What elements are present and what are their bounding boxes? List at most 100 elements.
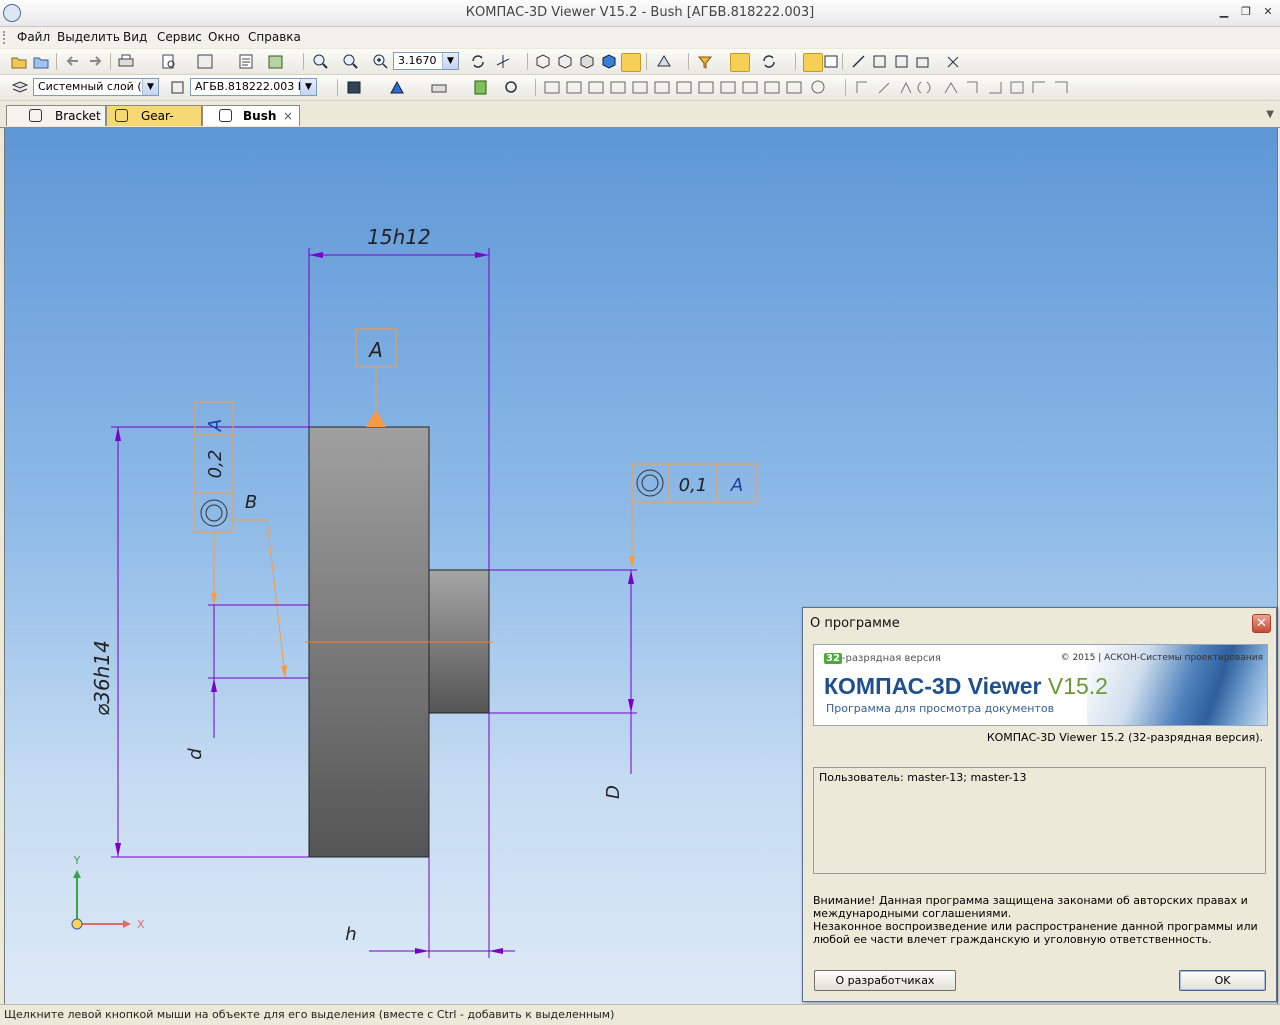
dimension-d[interactable] — [208, 604, 309, 738]
highlight-icon[interactable] — [803, 53, 823, 72]
print-area-icon[interactable] — [430, 79, 448, 96]
tol-left-datum: A — [205, 419, 226, 432]
view-wireframe-icon[interactable] — [534, 53, 552, 70]
dialog-close-icon[interactable]: ✕ — [1252, 614, 1271, 633]
zoom-window-icon[interactable] — [311, 53, 329, 70]
tab-gear-shaft[interactable]: Gear-shaft — [106, 105, 202, 143]
tool-e-icon[interactable] — [944, 53, 962, 70]
status-bar: Щелкните левой кнопкой мыши на объекте д… — [0, 1004, 1280, 1025]
zoom-combo[interactable]: 3.1670 ▼ — [393, 52, 459, 70]
dimension-D[interactable] — [489, 569, 637, 774]
bitness-text: -разрядная версия — [841, 653, 941, 664]
dim-D-label: D — [603, 785, 624, 799]
assoc-icon[interactable] — [502, 79, 520, 96]
separator — [527, 53, 528, 70]
dialog-title-bar[interactable]: О программе ✕ — [803, 608, 1276, 638]
hatch-icon[interactable] — [345, 79, 363, 96]
annotation-tools-icon[interactable] — [855, 79, 1075, 96]
tab-close-icon[interactable]: × — [283, 106, 293, 126]
window-title: КОМПАС-3D Viewer V15.2 - Bush [АГБВ.8182… — [465, 5, 815, 20]
leader-left — [211, 519, 287, 678]
drawing-tools-icon[interactable] — [543, 79, 833, 96]
layer-combo[interactable]: Системный слой (0) ▼ — [33, 78, 159, 96]
refresh-icon[interactable] — [469, 53, 487, 70]
restore-icon[interactable]: ❐ — [1238, 5, 1254, 19]
product-banner: 32 -разрядная версия © 2015 | АСКОН-Систе… — [813, 644, 1268, 726]
bitness-badge: 32 -разрядная версия — [824, 653, 941, 664]
product-title: КОМПАС-3D Viewer — [824, 673, 1048, 699]
zoom-fit-icon[interactable] — [341, 53, 359, 70]
select-filter-icon[interactable] — [730, 53, 750, 72]
menu-grip — [3, 31, 8, 44]
dimension-diameter[interactable] — [111, 426, 309, 858]
view-value: АГБВ.818222.003 В — [195, 80, 306, 93]
menu-service[interactable]: Сервис — [157, 30, 202, 44]
datum-triangle — [366, 410, 386, 427]
filter-icon[interactable] — [696, 53, 714, 70]
tol-right-value: 0,1 — [679, 475, 708, 496]
tool-c-icon[interactable] — [893, 53, 911, 70]
bitness-number: 32 — [824, 653, 842, 664]
color-icon[interactable] — [388, 79, 406, 96]
separator — [842, 53, 843, 70]
chevron-down-icon[interactable]: ▼ — [142, 79, 158, 95]
views-icon[interactable] — [169, 79, 187, 96]
about-dialog: О программе ✕ 32 -разрядная версия © 2015… — [802, 607, 1277, 1002]
part-icon — [219, 109, 232, 122]
dim-d-label: d — [185, 748, 206, 760]
zoom-icon[interactable] — [371, 53, 389, 70]
layer-value: Системный слой (0) — [38, 80, 153, 93]
tabs-dropdown-icon[interactable]: ▼ — [1266, 109, 1274, 120]
user-info-box[interactable]: Пользователь: master-13; master-13 — [813, 767, 1266, 874]
view-nohidden-icon[interactable] — [578, 53, 596, 70]
document-tabs: Bracket Gear-shaft Bush × ▼ — [0, 101, 1280, 143]
tool-b-icon[interactable] — [871, 53, 889, 70]
measure-icon[interactable] — [822, 53, 840, 70]
tool-a-icon[interactable] — [850, 53, 868, 70]
chevron-down-icon[interactable]: ▼ — [442, 53, 458, 69]
tol-left-value: 0,2 — [205, 450, 226, 479]
menu-view[interactable]: Вид — [123, 30, 147, 44]
orient-icon[interactable] — [494, 53, 512, 70]
open-icon[interactable] — [10, 53, 28, 70]
close-icon[interactable]: ✕ — [1260, 5, 1276, 19]
preview-icon[interactable] — [160, 53, 178, 70]
version-info: КОМПАС-3D Viewer 15.2 (32-разрядная верс… — [986, 731, 1263, 744]
zoom-value: 3.1670 — [398, 54, 437, 67]
open-recent-icon[interactable] — [32, 53, 50, 70]
spec-icon[interactable] — [472, 79, 490, 96]
properties-icon[interactable] — [237, 53, 255, 70]
dim-diameter-label: ⌀36h14 — [90, 640, 114, 716]
menu-select[interactable]: Выделить — [57, 30, 120, 44]
status-text: Щелкните левой кнопкой мыши на объекте д… — [4, 1008, 615, 1021]
menu-help[interactable]: Справка — [248, 30, 301, 44]
tab-bracket[interactable]: Bracket — [6, 105, 106, 126]
part-icon — [29, 109, 42, 122]
tab-bush[interactable]: Bush × — [202, 105, 300, 126]
layers-icon[interactable] — [11, 79, 29, 96]
dialog-title: О программе — [810, 616, 900, 631]
developers-button[interactable]: О разработчиках — [814, 970, 956, 991]
view-shaded-edges-icon[interactable] — [621, 53, 641, 72]
library-icon[interactable] — [267, 53, 285, 70]
view-hidden-icon[interactable] — [556, 53, 574, 70]
back-icon[interactable] — [64, 53, 82, 70]
menu-window[interactable]: Окно — [208, 30, 240, 44]
perspective-icon[interactable] — [655, 53, 673, 70]
tool-d-icon[interactable] — [914, 53, 932, 70]
separator — [646, 53, 647, 70]
forward-icon[interactable] — [86, 53, 104, 70]
minimize-icon[interactable]: ▁ — [1216, 5, 1232, 19]
copyright: © 2015 | АСКОН-Системы проектирования — [1060, 653, 1263, 663]
view-shaded-icon[interactable] — [600, 53, 618, 70]
separator — [535, 79, 536, 96]
warning-line-2: Незаконное воспроизведение или распростр… — [813, 920, 1258, 946]
menu-file[interactable]: Файл — [17, 30, 50, 44]
view-combo[interactable]: АГБВ.818222.003 В ▼ — [190, 78, 317, 96]
chevron-down-icon[interactable]: ▼ — [300, 79, 316, 95]
layout-icon[interactable] — [196, 53, 214, 70]
print-icon[interactable] — [117, 53, 135, 70]
ok-button[interactable]: OK — [1179, 970, 1266, 991]
rebuild-icon[interactable] — [760, 53, 778, 70]
dim-h-label: h — [345, 924, 356, 945]
